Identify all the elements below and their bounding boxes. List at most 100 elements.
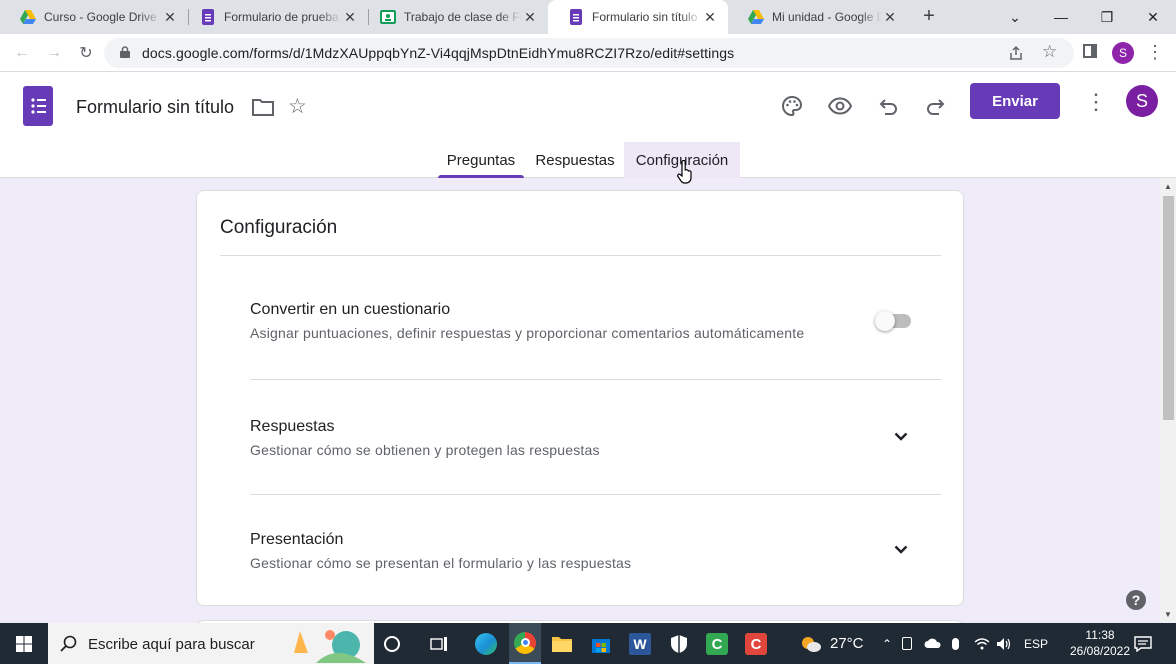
settings-card: Configuración Convertir en un cuestionar… bbox=[196, 190, 964, 606]
windows-taskbar: Escribe aquí para buscar W C C 27°C ⌃ ES… bbox=[0, 623, 1176, 664]
wifi-icon[interactable] bbox=[974, 623, 990, 664]
restore-icon[interactable]: ❐ bbox=[1084, 0, 1130, 34]
device-icon[interactable] bbox=[902, 623, 912, 664]
reload-icon[interactable]: ↻ bbox=[72, 40, 100, 66]
document-title[interactable]: Formulario sin título bbox=[76, 97, 234, 118]
chevron-down-icon[interactable] bbox=[891, 539, 911, 559]
browser-tab[interactable]: Mi unidad - Google Dr ✕ bbox=[728, 0, 908, 34]
divider bbox=[250, 494, 941, 495]
browser-tab[interactable]: Trabajo de clase de Fo ✕ bbox=[360, 0, 548, 34]
tab-title: Mi unidad - Google Dr bbox=[772, 10, 882, 24]
cortana-icon[interactable] bbox=[377, 629, 407, 659]
settings-title: Configuración bbox=[220, 217, 338, 238]
tab-respuestas[interactable]: Respuestas bbox=[530, 142, 620, 178]
tab-preguntas[interactable]: Preguntas bbox=[438, 142, 524, 178]
google-forms-logo-icon[interactable] bbox=[23, 86, 53, 126]
show-hidden-icons-icon[interactable]: ⌃ bbox=[882, 623, 892, 664]
google-forms-icon bbox=[570, 9, 582, 25]
forward-icon[interactable]: → bbox=[40, 40, 68, 66]
send-button[interactable]: Enviar bbox=[970, 83, 1060, 119]
new-tab-button[interactable]: + bbox=[918, 6, 940, 28]
search-placeholder: Escribe aquí para buscar bbox=[88, 636, 255, 653]
share-icon[interactable] bbox=[1008, 45, 1024, 61]
tab-title: Trabajo de clase de Fo bbox=[404, 10, 522, 24]
taskbar-clock[interactable]: 11:38 26/08/2022 bbox=[1058, 627, 1142, 659]
star-icon[interactable]: ☆ bbox=[288, 94, 307, 119]
notifications-icon[interactable] bbox=[1134, 623, 1152, 664]
divider bbox=[220, 255, 941, 256]
taskbar-search[interactable]: Escribe aquí para buscar bbox=[48, 623, 374, 664]
camtasia-green-icon[interactable]: C bbox=[702, 629, 732, 659]
chrome-icon[interactable] bbox=[509, 623, 541, 664]
google-forms-icon bbox=[202, 9, 214, 25]
browser-menu-icon[interactable]: ⋮ bbox=[1146, 42, 1164, 63]
weather-icon bbox=[802, 636, 821, 652]
presentation-section-title[interactable]: Presentación bbox=[250, 531, 343, 549]
close-icon[interactable]: ✕ bbox=[882, 9, 898, 26]
hand-cursor-icon bbox=[677, 160, 692, 184]
back-icon[interactable]: ← bbox=[8, 40, 36, 66]
settings-content: Configuración Convertir en un cuestionar… bbox=[0, 178, 1176, 623]
weather-widget[interactable]: 27°C bbox=[800, 623, 864, 664]
avatar[interactable]: S bbox=[1126, 85, 1158, 117]
quiz-setting-title: Convertir en un cuestionario bbox=[250, 301, 451, 318]
page-scrollbar[interactable]: ▲ ▼ bbox=[1160, 178, 1176, 623]
close-icon[interactable]: ✕ bbox=[522, 9, 538, 26]
responses-section-description: Gestionar cómo se obtienen y protegen la… bbox=[250, 442, 600, 458]
volume-icon[interactable] bbox=[996, 623, 1012, 664]
toggle-thumb bbox=[875, 311, 895, 331]
quiz-setting-description: Asignar puntuaciones, definir respuestas… bbox=[250, 325, 805, 341]
presentation-section-description: Gestionar cómo se presentan el formulari… bbox=[250, 555, 632, 571]
help-icon[interactable]: ? bbox=[1126, 590, 1146, 610]
folder-icon[interactable] bbox=[252, 98, 274, 116]
responses-section-title[interactable]: Respuestas bbox=[250, 418, 335, 436]
omnibox[interactable]: docs.google.com/forms/d/1MdzXAUppqbYnZ-V… bbox=[104, 38, 1074, 68]
microsoft-store-icon[interactable] bbox=[586, 629, 616, 659]
more-options-icon[interactable]: ⋮ bbox=[1085, 89, 1107, 115]
undo-icon[interactable] bbox=[870, 88, 906, 124]
clock-time: 11:38 bbox=[1085, 628, 1115, 642]
tab-title: Curso - Google Drive bbox=[44, 10, 157, 24]
word-icon[interactable]: W bbox=[625, 629, 655, 659]
onedrive-icon[interactable] bbox=[924, 623, 942, 664]
minimize-icon[interactable]: — bbox=[1038, 0, 1084, 34]
url-text: docs.google.com/forms/d/1MdzXAUppqbYnZ-V… bbox=[142, 45, 735, 61]
edge-icon[interactable] bbox=[471, 629, 501, 659]
search-highlight-illustration-icon bbox=[294, 630, 366, 663]
profile-avatar[interactable]: S bbox=[1112, 42, 1134, 64]
tab-title: Formulario sin título bbox=[592, 10, 698, 24]
scroll-thumb[interactable] bbox=[1163, 196, 1174, 420]
language-indicator[interactable]: ESP bbox=[1024, 623, 1048, 664]
browser-tab[interactable]: Curso - Google Drive ✕ bbox=[0, 0, 188, 34]
divider bbox=[250, 379, 941, 380]
address-toolbar: ← → ↻ docs.google.com/forms/d/1MdzXAUppq… bbox=[0, 34, 1176, 72]
file-explorer-icon[interactable] bbox=[547, 629, 577, 659]
browser-tab-active[interactable]: Formulario sin título ✕ bbox=[548, 0, 728, 34]
scroll-down-icon[interactable]: ▼ bbox=[1164, 610, 1172, 619]
window-close-icon[interactable]: ✕ bbox=[1130, 0, 1176, 34]
search-icon bbox=[60, 635, 77, 652]
quiz-toggle[interactable] bbox=[875, 311, 911, 331]
tab-search-icon[interactable]: ⌄ bbox=[992, 0, 1038, 34]
google-drive-icon bbox=[748, 10, 764, 24]
windows-icon bbox=[16, 635, 32, 652]
close-icon[interactable]: ✕ bbox=[162, 9, 178, 26]
lock-icon bbox=[120, 46, 130, 58]
bookmark-star-icon[interactable]: ☆ bbox=[1042, 42, 1057, 62]
close-icon[interactable]: ✕ bbox=[342, 9, 358, 26]
start-button[interactable] bbox=[0, 623, 48, 664]
close-icon[interactable]: ✕ bbox=[702, 9, 718, 26]
tab-title: Formulario de prueba bbox=[224, 10, 339, 24]
camtasia-red-icon[interactable]: C bbox=[741, 629, 771, 659]
chevron-down-icon[interactable] bbox=[891, 426, 911, 446]
side-panel-icon[interactable] bbox=[1083, 44, 1097, 58]
task-view-icon[interactable] bbox=[424, 629, 454, 659]
palette-icon[interactable] bbox=[774, 88, 810, 124]
microphone-icon[interactable] bbox=[952, 623, 959, 664]
preview-eye-icon[interactable] bbox=[822, 88, 858, 124]
browser-tab[interactable]: Formulario de prueba ✕ bbox=[180, 0, 368, 34]
redo-icon[interactable] bbox=[918, 88, 954, 124]
scroll-up-icon[interactable]: ▲ bbox=[1164, 182, 1172, 191]
security-shield-icon[interactable] bbox=[664, 629, 694, 659]
browser-tab-strip: Curso - Google Drive ✕ Formulario de pru… bbox=[0, 0, 1176, 34]
